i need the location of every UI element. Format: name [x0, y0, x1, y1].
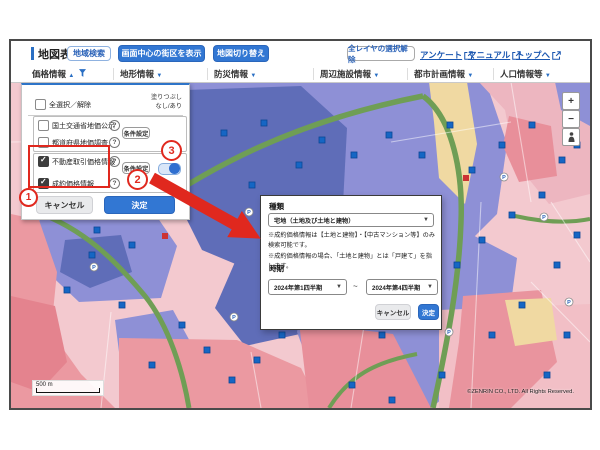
note-2: ※成約価格情報の場合、「土地と建物」とは「戸建て」を指します。	[268, 252, 436, 271]
type-heading: 種類	[269, 201, 284, 212]
period-from-value: 2024年第1四半期	[274, 283, 336, 292]
caret-down-icon: ▼	[373, 73, 379, 79]
caret-down-icon: ▼	[427, 284, 437, 290]
menu-disaster-info-label: 防災情報	[214, 69, 248, 79]
closed-price-label: 成約価格情報	[52, 179, 94, 189]
modal-submit-button[interactable]: 決定	[418, 304, 439, 320]
menu-price-info-label: 価格情報	[32, 69, 66, 79]
svg-text:P: P	[232, 315, 236, 321]
center-block-button[interactable]: 画面中心の街区を表示	[118, 45, 205, 62]
poi-icon	[162, 233, 168, 239]
title-bar: 地図表示 地域検索 画面中心の街区を表示 地図切り替え 全レイヤの選択解除 アン…	[11, 41, 590, 67]
period-to-value: 2024年第4四半期	[372, 283, 427, 292]
map-copyright: ©ZENRIN CO., LTD. All Rights Reserved.	[467, 389, 574, 395]
caret-down-icon: ▼	[423, 217, 433, 223]
condition-button-2[interactable]: 条件設定	[122, 162, 150, 174]
menu-population-info-label: 人口情報等	[500, 69, 543, 79]
fill-note: 塗りつぶし なし/あり	[151, 94, 182, 112]
fill-note-line1: 塗りつぶし	[151, 94, 182, 103]
transaction-checkbox[interactable]	[38, 156, 49, 167]
area-search-button[interactable]: 地域検索	[67, 46, 111, 61]
menu-facility-info-label: 周辺施設情報	[320, 69, 371, 79]
menu-divider	[113, 68, 114, 80]
link-manual-label: マニュアル	[468, 49, 510, 61]
fill-toggle[interactable]	[158, 163, 181, 175]
select-all-checkbox[interactable]	[35, 99, 46, 110]
svg-text:P: P	[92, 265, 96, 271]
external-link-icon	[552, 51, 561, 60]
clear-all-layers-button[interactable]: 全レイヤの選択解除	[347, 46, 415, 61]
note-1: ※成約価格情報は【土地と建物】・【中古マンション等】のみ検索可能です。	[268, 231, 436, 250]
caret-down-icon: ▼	[467, 73, 473, 79]
caret-down-icon: ▼	[336, 284, 346, 290]
menu-divider	[313, 68, 314, 80]
app-window: P P P P P P P P P P P + − 500 m	[9, 39, 592, 410]
period-separator: ~	[353, 282, 358, 291]
caret-down-icon: ▼	[545, 73, 551, 79]
modal-cancel-button[interactable]: キャンセル	[375, 304, 411, 320]
menu-cityplan-info-label: 都市計画情報	[414, 69, 465, 79]
svg-text:P: P	[502, 175, 506, 181]
zoom-out-button[interactable]: −	[562, 110, 580, 128]
link-manual[interactable]: マニュアル	[468, 49, 521, 61]
chousa-checkbox[interactable]	[38, 137, 49, 148]
fill-note-line2: なし/あり	[151, 103, 182, 112]
map-scale: 500 m	[32, 380, 104, 396]
help-icon[interactable]: ?	[109, 156, 120, 167]
screenshot-page: P P P P P P P P P P P + − 500 m	[0, 0, 600, 450]
help-icon[interactable]: ?	[109, 137, 120, 148]
title-accent-bar	[31, 47, 34, 60]
transaction-label: 不動産取引価格情報	[52, 157, 115, 167]
menu-divider	[493, 68, 494, 80]
kouji-checkbox[interactable]	[38, 120, 49, 131]
chousa-label: 都道府県地価調査	[52, 138, 108, 148]
switch-map-button[interactable]: 地図切り替え	[213, 45, 269, 62]
period-from-select[interactable]: 2024年第1四半期 ▼	[268, 279, 347, 295]
select-all-label: 全選択／解除	[49, 100, 91, 110]
help-icon[interactable]: ?	[109, 120, 120, 131]
svg-text:P: P	[247, 210, 251, 216]
closed-price-checkbox[interactable]	[38, 178, 49, 189]
kouji-label: 国土交通省地価公示	[52, 121, 115, 131]
help-icon[interactable]: ?	[109, 178, 120, 189]
caret-up-icon: ▲	[68, 73, 74, 79]
menu-disaster-info[interactable]: 防災情報 ▼	[214, 68, 256, 80]
caret-down-icon: ▼	[250, 73, 256, 79]
scale-line	[36, 388, 100, 393]
type-select[interactable]: 宅地（土地及び土地と建物） ▼	[268, 213, 434, 227]
panel-submit-button[interactable]: 決定	[104, 196, 175, 214]
panel-cancel-button[interactable]: キャンセル	[36, 196, 93, 214]
filter-icon	[79, 69, 86, 77]
zoom-in-button[interactable]: +	[562, 92, 580, 110]
menu-divider	[207, 68, 208, 80]
period-heading: 時期	[269, 263, 284, 274]
layer-menu-bar: 価格情報 ▲ 地形情報 ▼ 防災情報 ▼ 周辺施設情報 ▼ 都市計画情報 ▼ 人…	[11, 66, 590, 83]
menu-cityplan-info[interactable]: 都市計画情報 ▼	[414, 68, 473, 80]
link-top[interactable]: トップへ	[516, 49, 561, 61]
menu-facility-info[interactable]: 周辺施設情報 ▼	[320, 68, 379, 80]
svg-text:P: P	[542, 215, 546, 221]
link-top-label: トップへ	[516, 49, 550, 61]
poi-icon	[463, 175, 469, 181]
link-survey[interactable]: アンケート	[420, 49, 473, 61]
svg-text:P: P	[447, 330, 451, 336]
menu-divider	[407, 68, 408, 80]
menu-terrain-info[interactable]: 地形情報 ▼	[120, 68, 162, 80]
link-survey-label: アンケート	[420, 49, 462, 61]
period-to-select[interactable]: 2024年第4四半期 ▼	[366, 279, 438, 295]
condition-button-1[interactable]: 条件設定	[122, 127, 150, 139]
menu-population-info[interactable]: 人口情報等 ▼	[500, 68, 551, 80]
svg-text:P: P	[567, 300, 571, 306]
layer-condition-popup: 種類 宅地（土地及び土地と建物） ▼ ※成約価格情報は【土地と建物】・【中古マン…	[260, 195, 442, 330]
pegman-button[interactable]	[562, 128, 580, 146]
person-icon	[567, 132, 576, 142]
menu-terrain-info-label: 地形情報	[120, 69, 154, 79]
price-layer-panel: 全選択／解除 塗りつぶし なし/あり 国土交通省地価公示 ? 条件設定 都道府県…	[21, 83, 190, 220]
type-select-value: 宅地（土地及び土地と建物）	[274, 216, 423, 225]
caret-down-icon: ▼	[156, 73, 162, 79]
menu-price-info[interactable]: 価格情報 ▲	[32, 68, 86, 80]
